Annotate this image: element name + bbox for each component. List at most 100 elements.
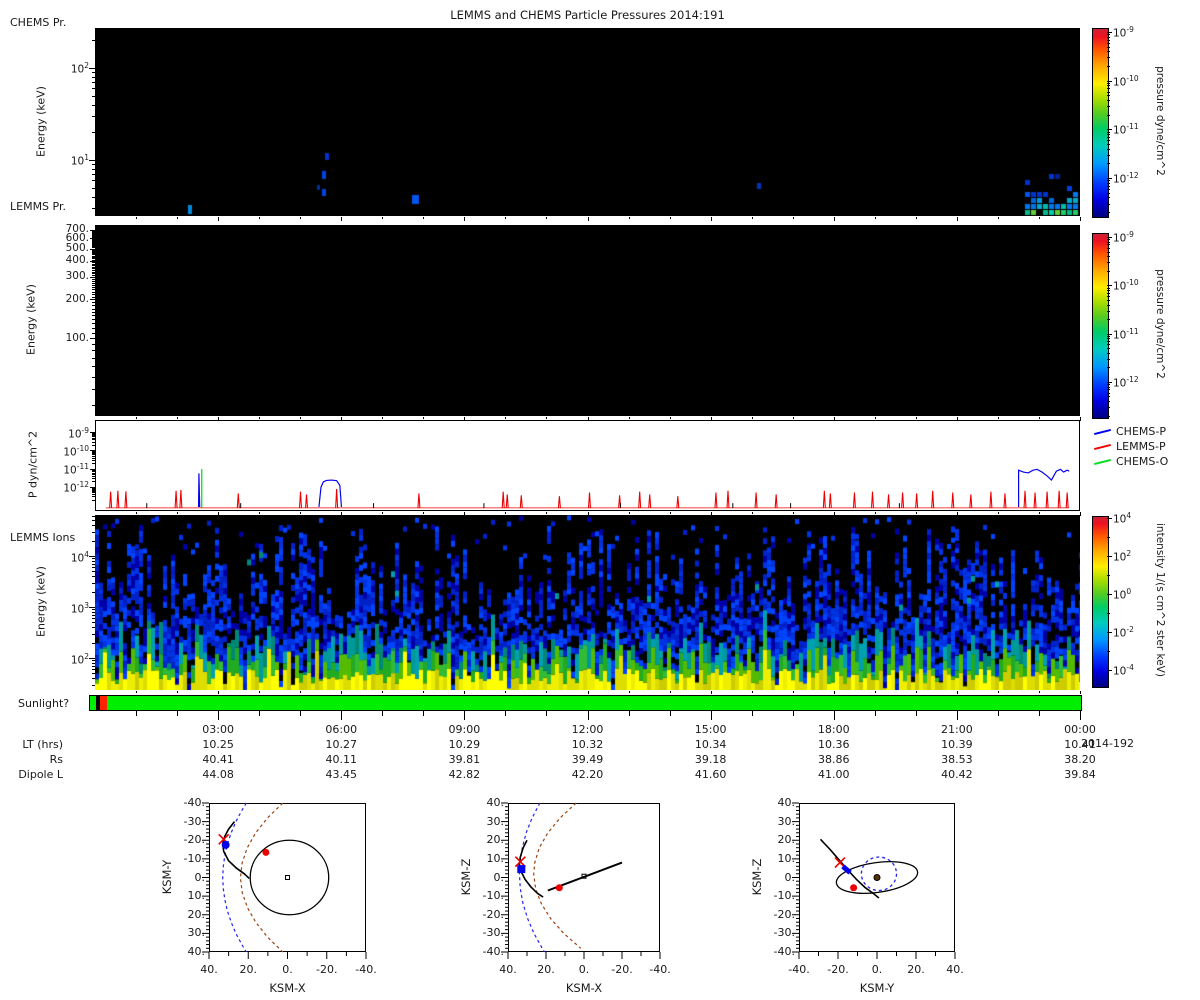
pressure-colorbar-2 xyxy=(1092,233,1109,419)
tick-mark xyxy=(92,231,95,232)
tick-mark xyxy=(875,217,876,219)
tick-mark xyxy=(92,309,95,310)
legend-label-lemms-p: LEMMS-P xyxy=(1116,440,1166,453)
tick-mark xyxy=(382,691,383,693)
tick-mark xyxy=(92,436,95,437)
exponent: -10 xyxy=(77,444,89,453)
tick-mark xyxy=(1107,132,1110,133)
tick-mark xyxy=(957,417,958,421)
tick-mark xyxy=(629,417,630,419)
orbit-plot-svg-1 xyxy=(508,803,660,952)
tick-mark xyxy=(92,197,95,198)
tick-mark xyxy=(1107,256,1110,257)
lemms-p-spike xyxy=(755,493,757,508)
tick-mark xyxy=(92,377,95,378)
tick-mark xyxy=(92,344,95,345)
tick-mark xyxy=(1107,285,1112,286)
tick-mark xyxy=(92,267,95,268)
lemms-p-spike xyxy=(502,492,504,508)
tick-mark xyxy=(92,615,95,616)
tick-mark xyxy=(1107,338,1110,339)
tick-mark xyxy=(1107,305,1110,306)
colorbar2-title: pressure dyne/cm^2 xyxy=(1154,254,1166,394)
tick-mark xyxy=(1107,137,1110,138)
ephemeris-value: 10.36 xyxy=(804,738,864,751)
tick-mark xyxy=(300,711,301,716)
tick-mark xyxy=(1107,43,1110,44)
tick-mark xyxy=(92,275,95,276)
tick-mark xyxy=(259,512,260,514)
lemms-p-spike xyxy=(952,493,954,508)
tick-mark xyxy=(793,417,794,419)
tick-mark xyxy=(177,217,178,219)
tick-mark xyxy=(1107,95,1110,96)
orbit-x-tick-label: 0. xyxy=(566,963,602,976)
exponent: 0 xyxy=(1126,587,1131,596)
tick-mark xyxy=(629,691,630,693)
tick-mark xyxy=(1080,512,1081,516)
orbit-x-tick-label: -20. xyxy=(820,963,856,976)
tick-mark xyxy=(92,247,95,248)
tick-mark xyxy=(1107,384,1110,385)
tick-mark xyxy=(92,283,95,284)
lemms-p-spike xyxy=(237,493,239,507)
tick-mark xyxy=(834,417,835,421)
time-tick-label: 21:00 xyxy=(927,723,987,736)
time-tick-label: 06:00 xyxy=(311,723,371,736)
tick-mark xyxy=(1107,416,1110,417)
exponent: 4 xyxy=(84,550,89,559)
tick-mark xyxy=(92,583,95,584)
orbit-x-axis-title: KSM-Y xyxy=(827,981,927,995)
colorbar3-title: intensity 1/(s cm^2 ster keV) xyxy=(1154,510,1166,690)
tick-mark xyxy=(92,474,95,475)
tick-mark xyxy=(259,711,260,716)
tick-mark xyxy=(92,272,95,273)
tick-mark xyxy=(1080,711,1081,720)
tick-mark xyxy=(92,439,95,440)
ephemeris-value: 38.53 xyxy=(927,753,987,766)
tick-mark xyxy=(92,265,95,266)
tick-mark xyxy=(505,691,506,693)
tick-mark xyxy=(711,512,712,516)
lemms-p-spike xyxy=(829,493,831,507)
tick-mark xyxy=(92,567,95,568)
tick-mark xyxy=(92,673,95,674)
tick-mark xyxy=(92,494,95,495)
tick-mark xyxy=(92,532,95,533)
orbit-y-axis-title: KSM-Z xyxy=(750,827,764,927)
tick-mark xyxy=(1107,189,1110,190)
tick-mark xyxy=(92,40,95,41)
ions-spectrogram-canvas xyxy=(95,515,1080,690)
tick-mark xyxy=(92,82,95,83)
ephemeris-value: 39.49 xyxy=(558,753,618,766)
tick-mark xyxy=(92,279,95,280)
ephemeris-value: 40.11 xyxy=(311,753,371,766)
orbit-y-tick-label: 40. xyxy=(167,945,205,958)
tick-mark xyxy=(92,312,95,313)
orbit-x-tick-label: 20. xyxy=(898,963,934,976)
ephemeris-value: 10.39 xyxy=(927,738,987,751)
tick-mark xyxy=(177,691,178,693)
tick-mark xyxy=(90,277,95,278)
tick-mark xyxy=(1107,186,1110,187)
tick-mark xyxy=(92,132,95,133)
tick-mark xyxy=(464,711,465,720)
tick-mark xyxy=(92,576,95,577)
lemms-p-spike xyxy=(306,494,308,507)
tick-mark xyxy=(1107,613,1110,614)
tick-mark xyxy=(1107,34,1110,35)
ions-y-axis-title: Energy (keV) xyxy=(35,557,48,647)
tick-mark xyxy=(1107,353,1110,354)
tick-mark xyxy=(793,711,794,716)
figure-title: LEMMS and CHEMS Particle Pressures 2014:… xyxy=(95,8,1080,22)
tick-mark xyxy=(1080,691,1081,694)
tick-mark xyxy=(588,512,589,516)
tick-mark xyxy=(505,711,506,716)
tick-mark xyxy=(92,454,95,455)
tick-mark xyxy=(92,592,95,593)
tick-mark xyxy=(1107,341,1110,342)
tick-mark xyxy=(1107,85,1110,86)
tick-mark xyxy=(92,433,95,434)
tick-mark xyxy=(259,417,260,419)
ephemeris-value: 39.84 xyxy=(1050,768,1110,781)
